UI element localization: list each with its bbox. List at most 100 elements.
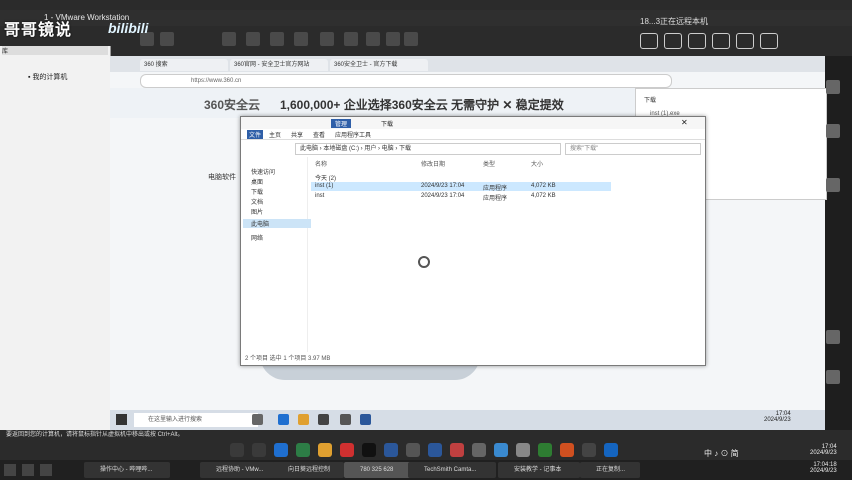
folder-icon[interactable]: [736, 33, 754, 49]
column-headers: 名称 修改日期 类型 大小: [311, 157, 691, 168]
side-app-icon[interactable]: [826, 178, 840, 192]
explorer-search-input[interactable]: 搜索"下载": [565, 143, 701, 155]
store-icon[interactable]: [340, 414, 351, 425]
dock-app-icon[interactable]: [472, 443, 486, 457]
fullscreen-icon[interactable]: [320, 32, 334, 46]
file-row[interactable]: inst 2024/9/23 17:04 应用程序 4,072 KB: [311, 192, 611, 202]
file-date: 2024/9/23 17:04: [421, 193, 465, 199]
column-name[interactable]: 名称: [315, 159, 327, 168]
tree-item-my-computer[interactable]: ▪ 我的计算机: [28, 72, 67, 82]
ribbon-context-tab[interactable]: 管理: [331, 119, 352, 128]
start-icon[interactable]: [116, 414, 127, 425]
library-label: 库: [2, 49, 9, 55]
search-icon[interactable]: [22, 464, 34, 476]
dock-app-icon[interactable]: [560, 443, 574, 457]
site-nav-link[interactable]: 电脑软件: [208, 172, 236, 182]
nav-network[interactable]: 网络: [251, 233, 263, 242]
dock-app-icon[interactable]: [604, 443, 618, 457]
folder-icon[interactable]: [298, 414, 309, 425]
dock-app-icon[interactable]: [384, 443, 398, 457]
dock-app-icon[interactable]: [516, 443, 530, 457]
nav-documents[interactable]: 文档: [251, 197, 263, 206]
dock-app-icon[interactable]: [428, 443, 442, 457]
camera-icon[interactable]: [688, 33, 706, 49]
ribbon-tab-share[interactable]: 共享: [291, 130, 303, 139]
dock-app-icon[interactable]: [406, 443, 420, 457]
clock-date: 2024/9/23: [810, 468, 837, 474]
view-icon[interactable]: [344, 32, 358, 46]
vm-tool-icon[interactable]: [222, 32, 236, 46]
snapshot-icon[interactable]: [294, 32, 308, 46]
group-header[interactable]: 今天 (2): [311, 172, 611, 182]
file-row[interactable]: inst (1) 2024/9/23 17:04 应用程序 4,072 KB: [311, 182, 611, 192]
ribbon-tab-app-tools[interactable]: 应用程序工具: [335, 130, 371, 139]
side-app-icon[interactable]: [826, 370, 840, 384]
view-icon[interactable]: [404, 32, 418, 46]
host-task-button[interactable]: 780 325 628: [344, 462, 418, 478]
vm-tool-icon[interactable]: [246, 32, 260, 46]
nav-quick-access[interactable]: 快速访问: [251, 167, 275, 176]
explorer-address-bar[interactable]: 此电脑 › 本地磁盘 (C:) › 用户 › 电脑 › 下载: [295, 143, 561, 155]
banner-logo: 360安全云: [204, 98, 261, 112]
nav-desktop[interactable]: 桌面: [251, 177, 263, 186]
folder-icon[interactable]: [318, 443, 332, 457]
column-type[interactable]: 类型: [483, 159, 495, 168]
file-transfer-icon[interactable]: [712, 33, 730, 49]
browser-tab[interactable]: 360官网 - 安全卫士官方网站: [230, 59, 328, 71]
task-label: 远程协助 - VMw...: [216, 467, 264, 473]
column-date[interactable]: 修改日期: [421, 159, 445, 168]
task-label: TechSmith Camta...: [424, 467, 477, 473]
search-icon[interactable]: [252, 443, 266, 457]
app-icon[interactable]: [318, 414, 329, 425]
browser-address-bar[interactable]: https://www.360.cn: [140, 74, 672, 88]
side-app-icon[interactable]: [826, 330, 840, 344]
browser-tab[interactable]: 360 搜索: [140, 59, 228, 71]
microphone-icon[interactable]: [664, 33, 682, 49]
snapshot-icon[interactable]: [270, 32, 284, 46]
close-icon[interactable]: ✕: [681, 118, 688, 127]
clock-date: 2024/9/23: [810, 450, 837, 456]
browser-tab[interactable]: 360安全卫士 - 官方下载: [330, 59, 428, 71]
nav-pictures[interactable]: 图片: [251, 207, 263, 216]
side-app-icon[interactable]: [826, 124, 840, 138]
edge-icon[interactable]: [274, 443, 288, 457]
host-task-button[interactable]: TechSmith Camta...: [408, 462, 496, 478]
file-date: 2024/9/23 17:04: [421, 183, 465, 189]
dock-app-icon[interactable]: [538, 443, 552, 457]
dock-app-icon[interactable]: [494, 443, 508, 457]
ribbon-tab-home[interactable]: 主页: [269, 130, 281, 139]
side-app-icon[interactable]: [826, 80, 840, 94]
column-size[interactable]: 大小: [531, 159, 543, 168]
close-icon[interactable]: [760, 33, 778, 49]
ribbon-tab-file[interactable]: 文件: [247, 130, 264, 139]
task-view-icon[interactable]: [252, 414, 263, 425]
view-icon[interactable]: [386, 32, 400, 46]
host-task-button[interactable]: 正在复制...: [580, 462, 640, 478]
tiktok-icon[interactable]: [362, 443, 376, 457]
host-task-button[interactable]: 向日葵远程控制: [272, 462, 344, 478]
chat-icon[interactable]: [640, 33, 658, 49]
nav-this-pc[interactable]: 此电脑: [243, 219, 311, 228]
vm-tool-icon[interactable]: [160, 32, 174, 46]
dock-app-icon[interactable]: [230, 443, 244, 457]
library-header: 库: [2, 46, 108, 55]
watermark-logo: 哥哥镜说: [4, 22, 73, 39]
host-task-button[interactable]: 远程协助 - VMw...: [200, 462, 278, 478]
window-title: 下载: [381, 122, 394, 128]
start-icon[interactable]: [4, 464, 16, 476]
dock-app-icon[interactable]: [340, 443, 354, 457]
host-task-button[interactable]: 安装教学 - 记事本: [498, 462, 580, 478]
ime-indicator[interactable]: 中 ♪ ⊙ 简: [704, 448, 739, 459]
ribbon-tab-view[interactable]: 查看: [313, 130, 325, 139]
view-icon[interactable]: [366, 32, 380, 46]
app-icon[interactable]: [360, 414, 371, 425]
vm-search-input[interactable]: 在这里输入进行搜索: [134, 413, 258, 427]
dock-app-icon[interactable]: [450, 443, 464, 457]
dock-app-icon[interactable]: [582, 443, 596, 457]
host-task-button[interactable]: 操作中心 - 哔哩哔...: [84, 462, 170, 478]
nav-downloads[interactable]: 下载: [251, 187, 263, 196]
file-name: inst (1): [315, 183, 334, 189]
dock-app-icon[interactable]: [296, 443, 310, 457]
edge-icon[interactable]: [278, 414, 289, 425]
task-view-icon[interactable]: [40, 464, 52, 476]
